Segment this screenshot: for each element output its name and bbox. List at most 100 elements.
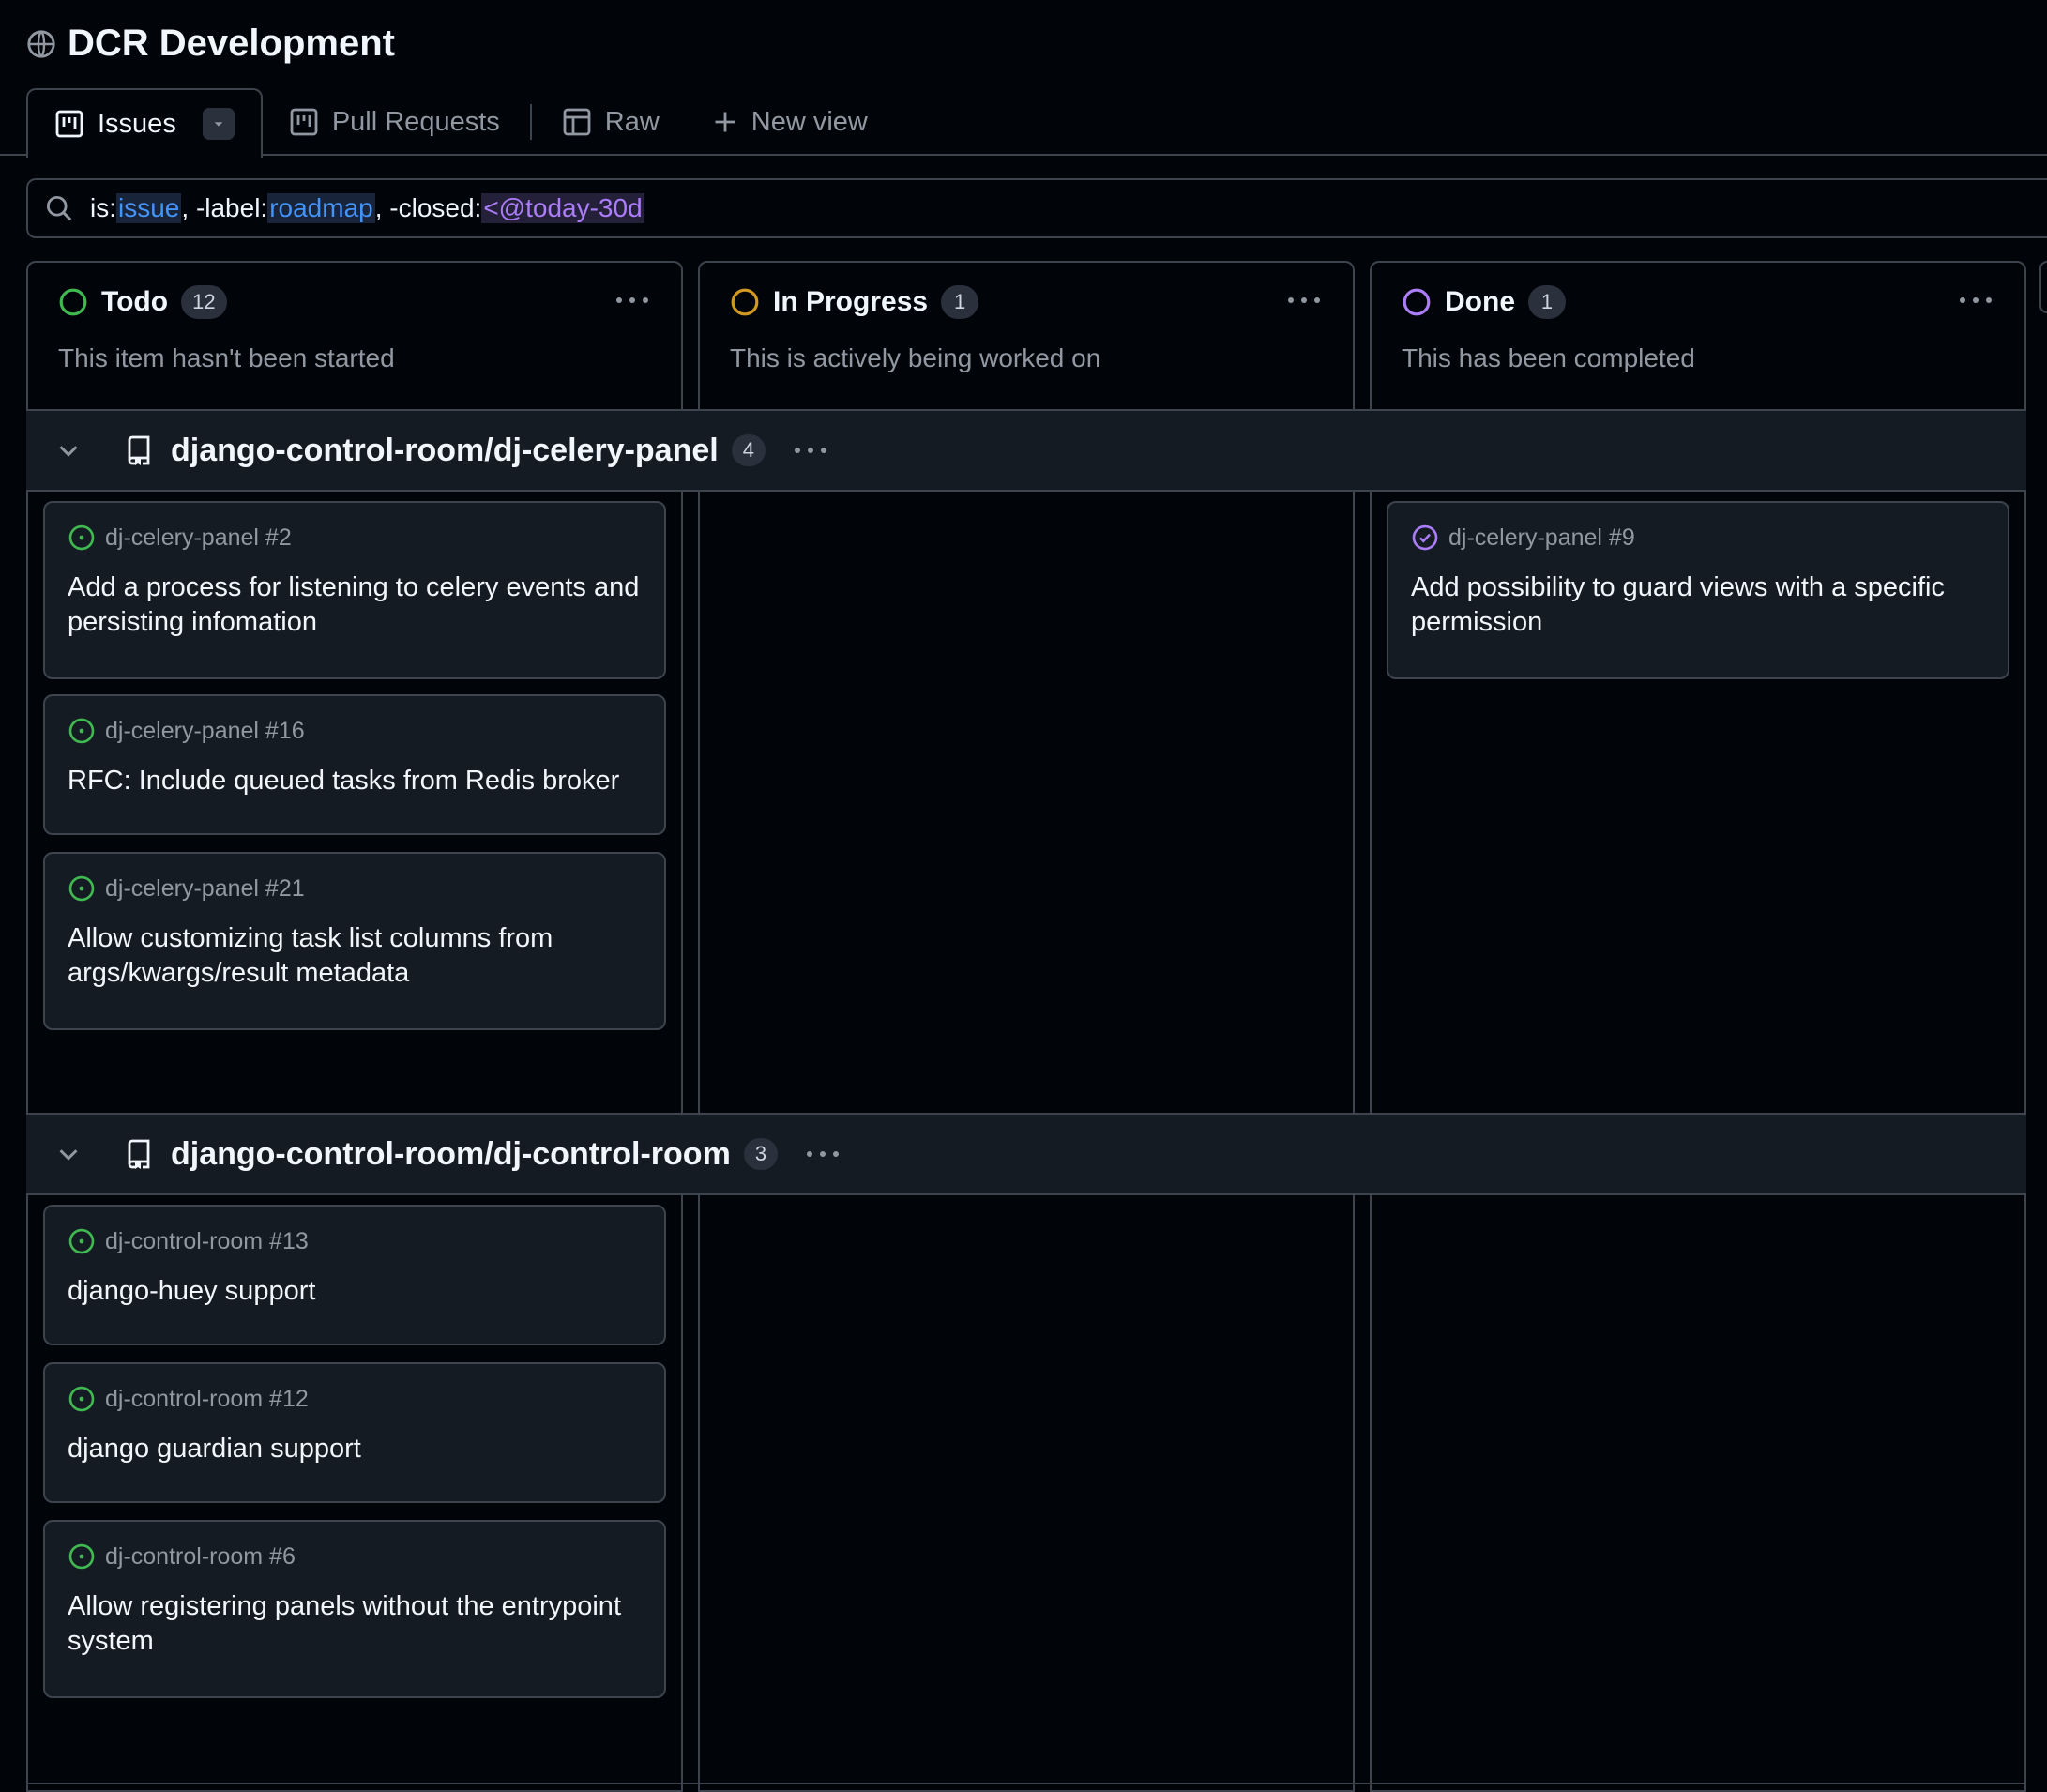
new-view-label: New view xyxy=(751,106,868,137)
filter-value: roadmap xyxy=(267,193,375,223)
issue-card[interactable]: dj-celery-panel #16 RFC: Include queued … xyxy=(43,694,666,835)
project-title: DCR Development xyxy=(26,23,395,65)
issue-ref-text: dj-celery-panel #16 xyxy=(105,717,305,744)
filter-separator: , xyxy=(181,193,196,222)
issue-title[interactable]: django guardian support xyxy=(68,1432,642,1466)
issue-card[interactable]: dj-celery-panel #21 Allow customizing ta… xyxy=(43,852,666,1030)
search-icon xyxy=(46,195,72,221)
group-count: 3 xyxy=(743,1138,779,1170)
tab-issues[interactable]: Issues xyxy=(26,88,263,158)
chevron-down-icon[interactable] xyxy=(54,1140,83,1168)
more-horizontal-icon[interactable] xyxy=(806,1148,840,1160)
board: Todo 12 This item hasn't been started In… xyxy=(26,261,2047,1792)
filter-key: is: xyxy=(90,193,116,222)
filter-key: -closed: xyxy=(389,193,482,222)
issue-ref-text: dj-control-room #13 xyxy=(105,1227,309,1254)
issue-title[interactable]: RFC: Include queued tasks from Redis bro… xyxy=(68,764,642,798)
filter-key: -label: xyxy=(195,193,268,222)
group-header: django-control-room/dj-celery-panel 4 xyxy=(26,409,2026,492)
column-name: In Progress xyxy=(773,286,929,317)
table-icon xyxy=(563,108,591,136)
status-circle-icon xyxy=(59,288,87,316)
issue-opened-icon xyxy=(68,875,95,902)
group-count: 4 xyxy=(731,434,766,466)
column-header: In Progress 1 This is actively being wor… xyxy=(700,263,1353,409)
view-tabs: Issues Pull Requests Raw New view xyxy=(26,88,894,158)
board-bottom-divider xyxy=(26,1783,2026,1784)
tab-raw[interactable]: Raw xyxy=(536,88,686,156)
column-count: 1 xyxy=(1528,285,1566,319)
issue-closed-icon xyxy=(1412,524,1438,551)
column-count: 12 xyxy=(181,285,227,319)
issue-opened-icon xyxy=(68,1543,95,1570)
column-count: 1 xyxy=(941,285,979,319)
issue-card[interactable]: dj-celery-panel #9 Add possibility to gu… xyxy=(1387,501,2009,679)
status-circle-icon xyxy=(731,288,759,316)
issue-ref: dj-control-room #13 xyxy=(68,1227,309,1255)
issue-ref-text: dj-celery-panel #2 xyxy=(105,524,292,551)
tab-issues-label: Issues xyxy=(98,108,176,139)
repo-icon xyxy=(128,1139,150,1169)
issue-card[interactable]: dj-control-room #6 Allow registering pan… xyxy=(43,1520,666,1698)
globe-icon xyxy=(27,29,55,58)
column-title: Done 1 xyxy=(1402,285,1566,319)
issue-opened-icon xyxy=(68,718,95,744)
group-name: django-control-room/dj-celery-panel xyxy=(171,432,719,468)
board-icon xyxy=(55,110,83,138)
group-name: django-control-room/dj-control-room xyxy=(171,1135,731,1172)
more-horizontal-icon[interactable] xyxy=(1959,295,1993,306)
more-horizontal-icon[interactable] xyxy=(1287,295,1321,306)
project-title-text: DCR Development xyxy=(68,23,395,64)
issue-ref-text: dj-control-room #6 xyxy=(105,1542,296,1570)
issue-opened-icon xyxy=(68,1228,95,1254)
project-header: DCR Development Issues Pull Requests Raw xyxy=(0,0,2047,158)
new-view-button[interactable]: New view xyxy=(686,88,894,156)
tab-options-button[interactable] xyxy=(202,108,235,140)
filter-query: is: issue, -label: roadmap, -closed: <@toda… xyxy=(90,193,644,223)
column-name: Done xyxy=(1445,286,1515,317)
issue-title[interactable]: Add a process for listening to celery ev… xyxy=(68,570,642,640)
more-horizontal-icon[interactable] xyxy=(794,445,827,456)
tab-separator xyxy=(529,104,532,140)
more-horizontal-icon[interactable] xyxy=(615,295,649,306)
issue-card[interactable]: dj-celery-panel #2 Add a process for lis… xyxy=(43,501,666,679)
issue-ref: dj-celery-panel #16 xyxy=(68,717,305,745)
board-icon xyxy=(290,108,318,136)
column-header: Done 1 This has been completed xyxy=(1372,263,2024,409)
issue-ref: dj-celery-panel #2 xyxy=(68,524,292,552)
filter-separator: , xyxy=(374,193,390,222)
tab-pull-requests-label: Pull Requests xyxy=(331,106,500,137)
column-name: Todo xyxy=(101,286,169,317)
chevron-down-icon[interactable] xyxy=(54,436,83,464)
status-circle-icon xyxy=(1403,288,1431,316)
filter-value: issue xyxy=(116,193,182,223)
issue-ref: dj-celery-panel #9 xyxy=(1411,524,1635,552)
issue-card[interactable]: dj-control-room #12 django guardian supp… xyxy=(43,1362,666,1503)
column-title: In Progress 1 xyxy=(730,285,979,319)
plus-icon xyxy=(715,112,735,132)
project-board-app: DCR Development Issues Pull Requests Raw xyxy=(0,0,2047,1792)
issue-ref: dj-control-room #12 xyxy=(68,1385,309,1413)
issue-ref-text: dj-control-room #12 xyxy=(105,1385,309,1412)
filter-input[interactable]: is: issue, -label: roadmap, -closed: <@toda… xyxy=(26,178,2047,238)
issue-title[interactable]: Allow customizing task list columns from… xyxy=(68,921,642,991)
issue-title[interactable]: Allow registering panels without the ent… xyxy=(68,1589,642,1659)
column-description: This item hasn't been started xyxy=(58,343,395,372)
triangle-down-icon xyxy=(214,122,223,127)
tab-raw-label: Raw xyxy=(604,106,660,137)
repo-icon xyxy=(128,435,150,465)
column-header: Todo 12 This item hasn't been started xyxy=(28,263,681,409)
filter-value: <@today-30d xyxy=(481,193,644,223)
issue-title[interactable]: django-huey support xyxy=(68,1274,642,1309)
issue-opened-icon xyxy=(68,1386,95,1412)
column-description: This has been completed xyxy=(1402,343,1695,372)
group-header: django-control-room/dj-control-room 3 xyxy=(26,1113,2026,1195)
column-description: This is actively being worked on xyxy=(730,343,1101,372)
issue-opened-icon xyxy=(68,524,95,551)
issue-ref-text: dj-celery-panel #21 xyxy=(105,874,305,902)
tab-pull-requests[interactable]: Pull Requests xyxy=(263,88,526,156)
issue-ref: dj-control-room #6 xyxy=(68,1542,296,1571)
issue-title[interactable]: Add possibility to guard views with a sp… xyxy=(1411,570,1985,640)
column-title: Todo 12 xyxy=(58,285,227,319)
issue-card[interactable]: dj-control-room #13 django-huey support xyxy=(43,1205,666,1345)
